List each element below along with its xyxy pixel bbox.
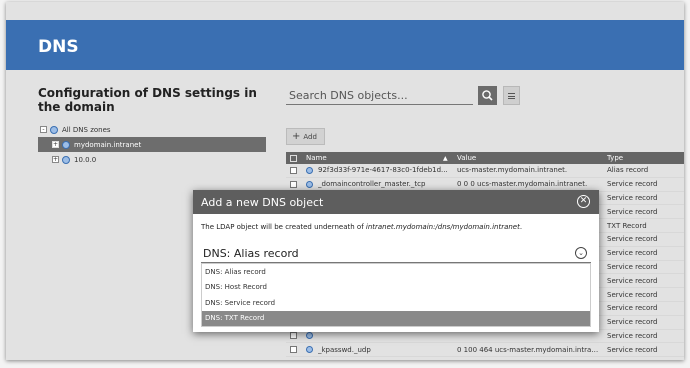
select-all-checkbox[interactable] [290, 154, 297, 162]
add-dns-object-dialog: Add a new DNS object ✕ The LDAP object w… [193, 190, 599, 332]
note-prefix: The LDAP object will be created undernea… [201, 223, 366, 231]
cell-type: Service record [607, 331, 658, 340]
search-icon [482, 90, 493, 101]
globe-icon [306, 180, 313, 188]
cell-type: Service record [607, 262, 658, 271]
row-checkbox[interactable] [290, 180, 297, 188]
tree-item-mydomain[interactable]: + mydomain.intranet [38, 137, 266, 152]
select-value: DNS: Alias record [203, 246, 299, 260]
tree-item-reverse-zone[interactable]: + 10.0.0 [38, 152, 266, 167]
dropdown-option[interactable]: DNS: Host Record [202, 280, 590, 296]
cell-type: Service record [607, 235, 658, 244]
tree-item-all-zones[interactable]: - All DNS zones [38, 122, 266, 137]
dialog-note: The LDAP object will be created undernea… [201, 223, 522, 231]
cell-name[interactable]: _kpasswd._udp [318, 346, 448, 354]
tree-item-label: All DNS zones [62, 125, 111, 134]
zone-tree: - All DNS zones + mydomain.intranet + 10… [38, 122, 266, 167]
cell-value: 0 100 464 ucs-master.mydomain.intranet. [457, 345, 602, 354]
column-header-value[interactable]: Value [457, 154, 602, 162]
row-checkbox[interactable] [290, 346, 297, 354]
tree-item-label: 10.0.0 [74, 155, 97, 164]
object-type-dropdown: DNS: Alias record DNS: Host Record DNS: Se… [201, 263, 591, 327]
cell-value: ucs-master.mydomain.intranet. [457, 166, 568, 175]
note-suffix: . [519, 223, 523, 231]
cell-type: Service record [607, 249, 658, 258]
column-header-type[interactable]: Type [607, 154, 623, 162]
dialog-title: Add a new DNS object [201, 195, 324, 209]
object-type-select[interactable]: DNS: Alias record ⌄ [201, 244, 591, 263]
cell-type: Service record [607, 304, 658, 313]
globe-icon [62, 155, 70, 164]
tree-item-label: mydomain.intranet [74, 140, 142, 149]
dropdown-option[interactable]: DNS: Alias record [202, 264, 590, 280]
cell-type: Service record [607, 318, 658, 327]
search-input[interactable] [286, 87, 473, 105]
cell-type: Service record [607, 207, 658, 216]
globe-icon [62, 140, 70, 149]
close-icon[interactable]: ✕ [577, 195, 590, 208]
row-checkbox[interactable] [290, 332, 297, 340]
dialog-header: Add a new DNS object ✕ [193, 190, 599, 214]
page-title: Configuration of DNS settings in the dom… [38, 86, 257, 114]
table-row[interactable]: _ldap._tcp0 100 389 ucs-master.mydomain.… [286, 357, 684, 361]
dropdown-option[interactable]: DNS: Service record [202, 295, 590, 311]
cell-type: Alias record [607, 166, 649, 175]
plus-icon: + [292, 131, 301, 142]
menu-icon [508, 92, 515, 99]
globe-icon [50, 125, 58, 134]
table-row[interactable]: _kpasswd._udp 0 100 464 ucs-master.mydoma… [286, 343, 684, 358]
more-options-button[interactable] [503, 86, 520, 105]
table-row[interactable]: 92f3d33f-971e-4617-83c0-1fdeb1d... ucs-ma… [286, 164, 684, 178]
grid-header: Name ▲ Value Type [286, 152, 684, 164]
app-window: DNS Configuration of DNS settings in the… [6, 2, 684, 360]
cell-value: 0 0 0 ucs-master.mydomain.intranet. [457, 180, 588, 189]
note-ldap-path: intranet.mydomain:/dns/mydomain.intranet [365, 223, 520, 231]
cell-type: Service record [607, 345, 658, 354]
expand-icon[interactable]: + [52, 141, 59, 148]
cell-type: Service record [607, 193, 658, 202]
cell-name[interactable]: _domaincontroller_master._tcp [318, 180, 448, 188]
cell-name[interactable]: 92f3d33f-971e-4617-83c0-1fdeb1d... [318, 166, 448, 174]
column-header-name[interactable]: Name [306, 154, 436, 162]
globe-icon [306, 346, 313, 354]
globe-icon [306, 332, 313, 340]
cell-type: Service record [607, 276, 658, 285]
row-checkbox[interactable] [290, 166, 297, 174]
sort-asc-icon: ▲ [443, 154, 448, 162]
cell-type: TXT Record [607, 221, 647, 230]
cell-type: Service record [607, 290, 658, 299]
module-title: DNS [38, 37, 79, 57]
cell-type: Service record [607, 180, 658, 189]
add-button[interactable]: + Add [286, 128, 325, 145]
add-button-label: Add [303, 132, 317, 141]
module-header: DNS [6, 20, 684, 70]
globe-icon [306, 166, 313, 174]
dropdown-option[interactable]: DNS: TXT Record [202, 310, 590, 326]
expand-icon[interactable]: + [52, 156, 59, 163]
search-button[interactable] [478, 86, 497, 105]
collapse-icon[interactable]: - [40, 126, 47, 133]
chevron-down-icon[interactable]: ⌄ [575, 247, 587, 259]
